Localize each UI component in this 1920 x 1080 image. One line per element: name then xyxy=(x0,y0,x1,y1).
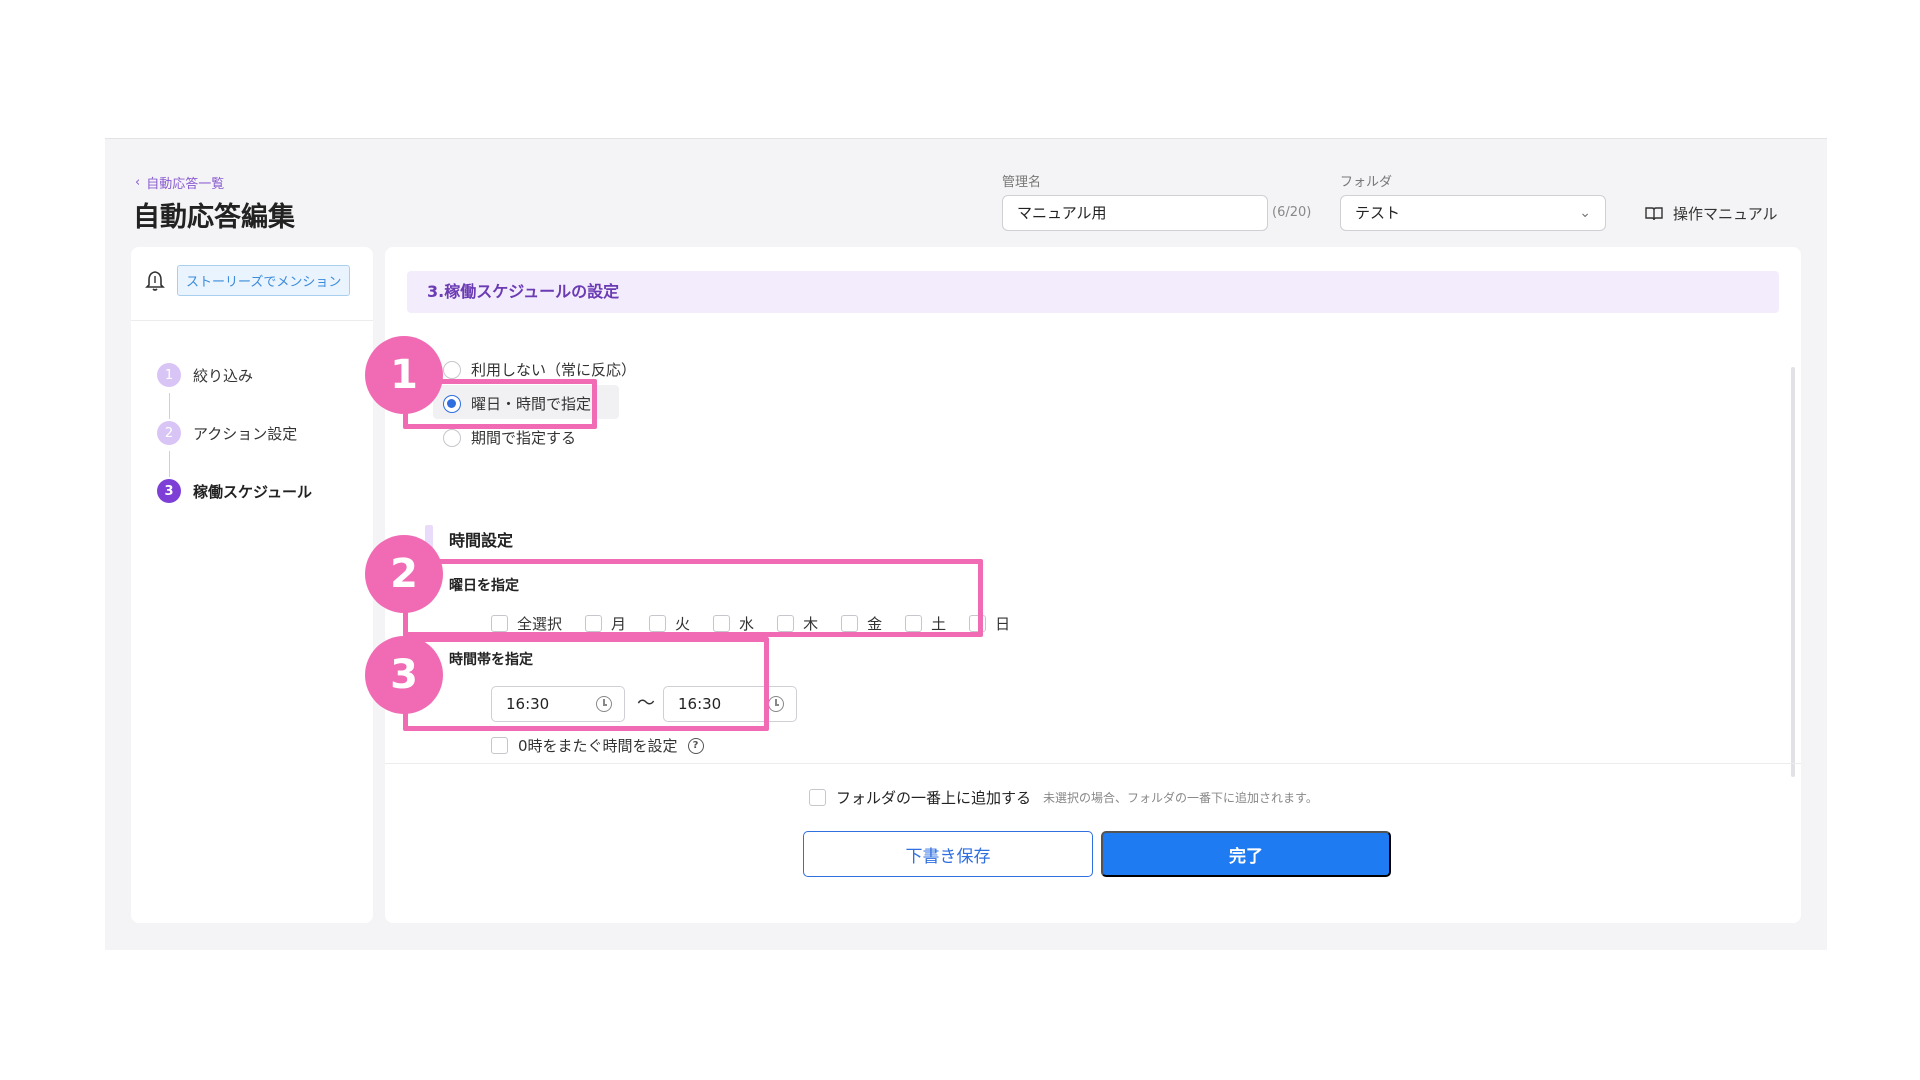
radio-button[interactable] xyxy=(443,428,461,447)
divider xyxy=(385,763,1801,764)
time-settings-title: 時間設定 xyxy=(449,531,514,550)
option-period[interactable]: 期間で指定する xyxy=(443,427,576,448)
manual-link-label: 操作マニュアル xyxy=(1673,205,1778,223)
app-window: ‹ 自動応答一覧 自動応答編集 管理名 マニュアル用 (6/20) フォルダ テ… xyxy=(105,138,1827,950)
back-link-label: 自動応答一覧 xyxy=(146,177,225,192)
add-top-note: 未選択の場合、フォルダの一番下に追加されます。 xyxy=(1043,791,1318,805)
save-draft-button[interactable]: 下書き保存 xyxy=(803,831,1093,877)
annotation-badge-1: 1 xyxy=(365,336,443,414)
chevron-left-icon: ‹ xyxy=(135,175,141,190)
day-label: 日 xyxy=(995,615,1011,633)
scrollbar[interactable] xyxy=(1791,367,1795,777)
annotation-badge-2: 2 xyxy=(365,535,443,613)
step-item-schedule[interactable]: 3 稼働スケジュール xyxy=(157,479,312,503)
bell-icon xyxy=(145,270,165,291)
highlight-box-2 xyxy=(403,559,983,637)
section-title: 3.稼働スケジュールの設定 xyxy=(407,271,1779,313)
back-link[interactable]: ‹ 自動応答一覧 xyxy=(135,173,224,192)
trigger-tag: ストーリーズでメンション xyxy=(177,265,351,296)
cross-midnight-option[interactable]: 0時をまたぐ時間を設定 ? xyxy=(491,735,704,756)
step-connector xyxy=(169,393,170,419)
folder-value: テスト xyxy=(1355,204,1401,222)
checkbox[interactable] xyxy=(491,737,508,754)
step-item-filter[interactable]: 1 絞り込み xyxy=(157,363,253,387)
cross-midnight-label: 0時をまたぐ時間を設定 xyxy=(518,737,678,755)
option-label: 期間で指定する xyxy=(471,429,577,447)
clock-icon[interactable] xyxy=(768,696,784,712)
add-to-top-option[interactable]: フォルダの一番上に追加する 未選択の場合、フォルダの一番下に追加されます。 xyxy=(809,787,1318,808)
step-sidebar: ストーリーズでメンション 1 絞り込み 2 アクション設定 3 稼働スケジュール xyxy=(131,247,373,923)
folder-select[interactable]: テスト ⌄ xyxy=(1340,195,1606,231)
step-connector xyxy=(169,451,170,477)
help-icon[interactable]: ? xyxy=(687,737,704,754)
schedule-panel: 3.稼働スケジュールの設定 利用しない（常に反応） 曜日・時間で指定 期間で指定… xyxy=(385,247,1801,923)
complete-button[interactable]: 完了 xyxy=(1101,831,1391,877)
step-number: 2 xyxy=(157,421,181,445)
step-label: アクション設定 xyxy=(193,424,298,443)
trigger-summary: ストーリーズでメンション xyxy=(145,265,351,296)
step-item-action[interactable]: 2 アクション設定 xyxy=(157,421,297,445)
page-title: 自動応答編集 xyxy=(133,202,295,233)
name-label: 管理名 xyxy=(1002,175,1042,190)
checkbox[interactable] xyxy=(809,789,826,806)
manual-link[interactable]: 操作マニュアル xyxy=(1645,203,1778,224)
name-input[interactable]: マニュアル用 xyxy=(1002,195,1268,231)
highlight-box-3 xyxy=(403,637,769,731)
divider xyxy=(131,320,373,321)
step-label: 絞り込み xyxy=(193,366,254,385)
step-number: 3 xyxy=(157,479,181,503)
step-number: 1 xyxy=(157,363,181,387)
chevron-down-icon: ⌄ xyxy=(1579,205,1591,221)
option-always[interactable]: 利用しない（常に反応） xyxy=(443,359,636,380)
add-top-label: フォルダの一番上に追加する xyxy=(836,789,1032,807)
folder-label: フォルダ xyxy=(1340,175,1393,190)
step-label: 稼働スケジュール xyxy=(193,482,312,501)
book-icon xyxy=(1645,206,1663,220)
annotation-badge-3: 3 xyxy=(365,636,443,714)
name-counter: (6/20) xyxy=(1272,205,1312,220)
option-label: 利用しない（常に反応） xyxy=(471,361,637,379)
radio-button[interactable] xyxy=(443,360,461,379)
